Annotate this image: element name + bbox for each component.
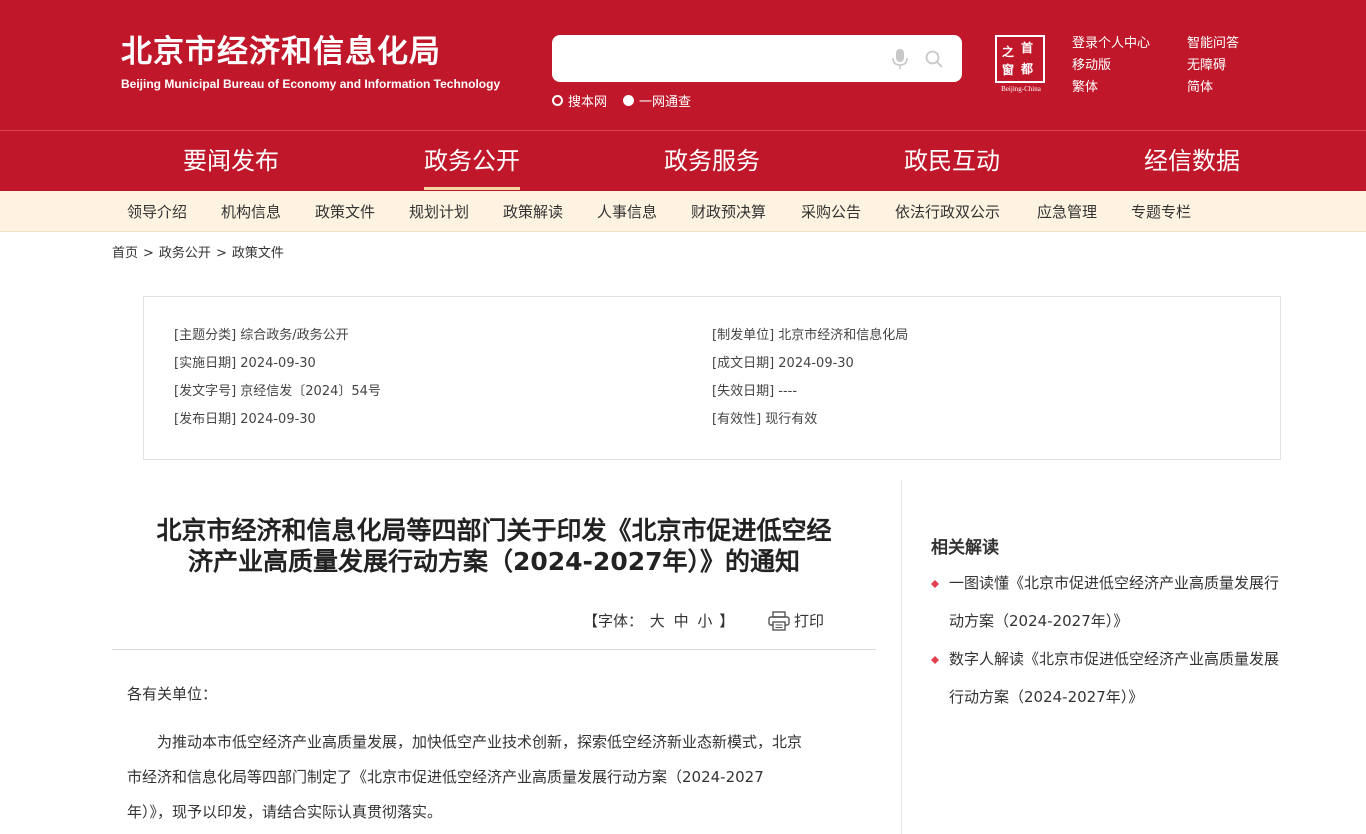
radio-label: 搜本网: [568, 94, 608, 110]
sub-nav-item[interactable]: 人事信息: [597, 202, 657, 222]
search-scope-radios: 搜本网 一网通查: [552, 91, 707, 110]
print-button[interactable]: 打印: [768, 610, 824, 632]
column-divider: [901, 480, 902, 834]
search-input[interactable]: [562, 43, 872, 73]
seal-char: 窗: [1002, 63, 1015, 77]
link-traditional[interactable]: 繁体: [1072, 76, 1098, 95]
sub-nav-item[interactable]: 领导介绍: [127, 202, 187, 222]
sub-nav-item[interactable]: 依法行政双公示: [895, 202, 1000, 222]
font-size-tools: 【字体： 大 中 小 】: [583, 610, 734, 632]
related-reading-link[interactable]: 一图读懂《北京市促进低空经济产业高质量发展行 动方案（2024-2027年）》: [931, 564, 1311, 640]
article-body-line: 年）》，现予以印发，请结合实际认真贯彻落实。: [127, 803, 443, 821]
document-metadata-box: [主题分类] 综合政务/政务公开 [实施日期] 2024-09-30 [发文字号…: [143, 296, 1281, 460]
related-reading-line: 一图读懂《北京市促进低空经济产业高质量发展行: [949, 574, 1280, 592]
main-nav: 要闻发布 政务公开 政务服务 政民互动 经信数据: [0, 130, 1366, 191]
site-title-en[interactable]: Beijing Municipal Bureau of Economy and …: [121, 76, 500, 92]
site-header: 北京市经济和信息化局 Beijing Municipal Bureau of E…: [0, 0, 1366, 130]
meta-effective-date: [实施日期] 2024-09-30: [174, 356, 316, 371]
related-reading-link[interactable]: 数字人解读《北京市促进低空经济产业高质量发展 行动方案（2024-2027年）》: [931, 640, 1311, 716]
sub-nav-item[interactable]: 专题专栏: [1131, 202, 1191, 222]
link-simplified[interactable]: 简体: [1187, 76, 1213, 95]
breadcrumb-gov-affairs[interactable]: 政务公开: [159, 246, 211, 261]
microphone-icon[interactable]: [890, 48, 910, 70]
radio-search-all[interactable]: 一网通查: [623, 91, 691, 110]
breadcrumb: 首页 > 政务公开 > 政策文件: [112, 245, 284, 263]
breadcrumb-home[interactable]: 首页: [112, 246, 138, 261]
seal-caption: Beijing-China: [1001, 85, 1041, 93]
sub-nav-item[interactable]: 财政预决算: [691, 202, 766, 222]
sub-nav-item[interactable]: 应急管理: [1037, 202, 1097, 222]
seal-char: 之: [1002, 45, 1015, 59]
font-size-large[interactable]: 大: [650, 612, 665, 630]
sub-nav: 领导介绍 机构信息 政策文件 规划计划 政策解读 人事信息 财政预决算 采购公告…: [0, 191, 1366, 232]
breadcrumb-policy-docs[interactable]: 政策文件: [232, 246, 284, 261]
print-label: 打印: [794, 612, 825, 630]
breadcrumb-separator: >: [143, 246, 154, 261]
meta-written-date: [成文日期] 2024-09-30: [712, 356, 854, 371]
font-size-small[interactable]: 小: [697, 612, 712, 630]
sub-nav-item[interactable]: 机构信息: [221, 202, 281, 222]
radio-selected-icon: [623, 94, 635, 106]
article-title: 北京市经济和信息化局等四部门关于印发《北京市促进低空经 济产业高质量发展行动方案…: [112, 515, 876, 577]
article-title-line: 北京市经济和信息化局等四部门关于印发《北京市促进低空经: [156, 516, 832, 545]
main-nav-interaction[interactable]: 政民互动: [904, 145, 1000, 177]
radio-search-site[interactable]: 搜本网: [552, 91, 607, 110]
article-body-line: 市经济和信息化局等四部门制定了《北京市促进低空经济产业高质量发展行动方案（202…: [127, 768, 764, 786]
article-salutation: 各有关单位：: [127, 685, 218, 703]
search-icon[interactable]: [924, 49, 944, 69]
meta-validity: [有效性] 现行有效: [712, 412, 818, 427]
main-nav-services[interactable]: 政务服务: [664, 145, 760, 177]
sub-nav-item[interactable]: 政策解读: [503, 202, 563, 222]
related-reading-line: 动方案（2024-2027年）》: [949, 612, 1129, 630]
font-size-label-close: 】: [719, 612, 735, 630]
active-tab-indicator: [424, 187, 520, 190]
breadcrumb-separator: >: [215, 246, 227, 261]
main-nav-gov-affairs[interactable]: 政务公开: [424, 145, 520, 177]
main-nav-data[interactable]: 经信数据: [1144, 145, 1240, 177]
font-size-medium[interactable]: 中: [674, 612, 689, 630]
related-reading-line: 行动方案（2024-2027年）》: [949, 688, 1144, 706]
radio-unselected-icon: [552, 94, 563, 106]
sub-nav-item[interactable]: 政策文件: [315, 202, 375, 222]
article-body-line: 为推动本市低空经济产业高质量发展，加快低空产业技术创新，探索低空经济新业态新模式…: [127, 733, 803, 751]
related-readings-title: 相关解读: [931, 538, 999, 558]
meta-publish-date: [发布日期] 2024-09-30: [174, 412, 316, 427]
capital-window-seal-logo[interactable]: 首 都 之 窗 Beijing-China: [995, 35, 1047, 93]
meta-issuer: [制发单位] 北京市经济和信息化局: [712, 328, 909, 343]
meta-doc-number: [发文字号] 京经信发〔2024〕54号: [174, 384, 381, 399]
site-title-cn[interactable]: 北京市经济和信息化局: [121, 34, 441, 70]
article-divider: [112, 649, 876, 650]
meta-topic: [主题分类] 综合政务/政务公开: [174, 328, 349, 343]
link-mobile[interactable]: 移动版: [1072, 54, 1111, 73]
sub-nav-item[interactable]: 采购公告: [801, 202, 861, 222]
seal-char: 都: [1021, 62, 1034, 76]
font-size-label: 【字体：: [583, 612, 644, 630]
link-accessibility[interactable]: 无障碍: [1187, 54, 1226, 73]
article-body: 为推动本市低空经济产业高质量发展，加快低空产业技术创新，探索低空经济新业态新模式…: [127, 725, 857, 830]
link-smart-qa[interactable]: 智能问答: [1187, 32, 1239, 51]
link-user-center[interactable]: 登录个人中心: [1072, 32, 1150, 51]
radio-label: 一网通查: [639, 94, 692, 110]
main-nav-news[interactable]: 要闻发布: [183, 145, 279, 177]
red-bullet-icon: [931, 580, 939, 588]
sub-nav-item[interactable]: 规划计划: [409, 202, 469, 222]
meta-expiry-date: [失效日期] ----: [712, 384, 798, 399]
red-bullet-icon: [931, 656, 939, 664]
article-title-line: 济产业高质量发展行动方案（2024-2027年）》的通知: [187, 547, 801, 576]
seal-char: 首: [1021, 41, 1034, 55]
related-reading-line: 数字人解读《北京市促进低空经济产业高质量发展: [949, 650, 1280, 668]
printer-icon: [768, 611, 790, 631]
